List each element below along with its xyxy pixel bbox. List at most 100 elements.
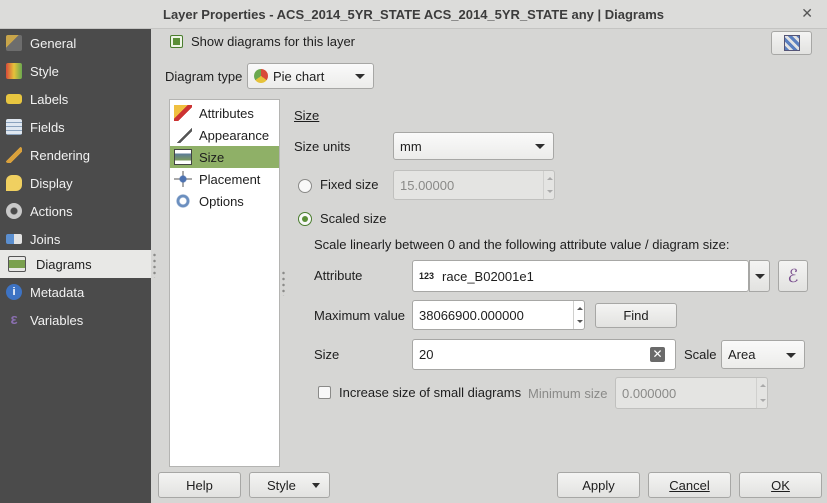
scaled-size-radio[interactable]	[298, 212, 312, 226]
scale-combo[interactable]: Area	[721, 340, 805, 369]
attributes-icon	[174, 105, 192, 121]
display-icon	[6, 175, 22, 191]
max-value-spinner[interactable]	[573, 301, 584, 329]
increase-small-checkbox[interactable]	[318, 386, 331, 399]
sidebar-item-diagrams[interactable]: Diagrams	[0, 250, 151, 278]
sidebar-item-label: Actions	[30, 203, 73, 219]
sidebar-item-label: General	[30, 35, 77, 51]
ok-label: OK	[771, 477, 790, 493]
find-label: Find	[623, 308, 649, 323]
actions-icon	[6, 203, 22, 219]
minimum-size-value: 0.000000	[622, 385, 677, 401]
increase-small-label: Increase size of small diagrams	[339, 385, 522, 400]
sidebar-item-label: Fields	[30, 119, 65, 135]
joins-icon	[6, 234, 22, 244]
sidebar-item-label: Variables	[30, 312, 84, 328]
size-units-label: Size units	[294, 139, 351, 154]
tab-label: Options	[199, 193, 244, 209]
chevron-down-icon	[355, 74, 365, 79]
cancel-button[interactable]: Cancel	[648, 472, 731, 498]
chevron-down-icon	[535, 144, 545, 149]
appearance-icon	[174, 127, 192, 143]
placement-icon	[174, 171, 192, 187]
sidebar-item-rendering[interactable]: Rendering	[0, 141, 151, 169]
tab-label: Placement	[199, 171, 261, 187]
settings-icon	[783, 35, 800, 51]
sidebar-item-label: Metadata	[30, 284, 85, 300]
size-label: Size	[314, 347, 340, 362]
title-bar: Layer Properties - ACS_2014_5YR_STATE AC…	[0, 0, 827, 29]
tabs-splitter[interactable]	[282, 270, 285, 296]
diagram-tabs: Attributes Appearance Size Placement Opt…	[169, 99, 280, 467]
fixed-size-spinner[interactable]	[543, 171, 554, 199]
diagram-settings-button[interactable]	[771, 31, 812, 55]
diagram-type-combo[interactable]: Pie chart	[247, 63, 374, 89]
attribute-dropdown-button[interactable]	[749, 260, 770, 292]
tab-label: Attributes	[199, 105, 254, 121]
style-label: Style	[267, 477, 296, 493]
minimum-size-label: Minimum size	[528, 386, 608, 401]
size-input[interactable]: 20 ✕	[412, 339, 676, 370]
sidebar-item-label: Display	[30, 175, 73, 191]
size-icon	[174, 149, 192, 165]
chevron-down-icon	[312, 483, 320, 488]
size-units-combo[interactable]: mm	[393, 132, 554, 160]
sidebar-item-fields[interactable]: Fields	[0, 113, 151, 141]
sidebar-item-style[interactable]: Style	[0, 57, 151, 85]
sidebar-item-variables[interactable]: ε Variables	[0, 306, 151, 334]
sidebar-item-label: Style	[30, 63, 59, 79]
close-icon[interactable]: ✕	[801, 5, 813, 22]
labels-icon	[6, 94, 22, 104]
expression-icon: ℰ	[787, 265, 799, 287]
attribute-field[interactable]: 123 race_B02001e1	[412, 260, 749, 292]
scale-value: Area	[728, 347, 756, 362]
metadata-icon: i	[6, 284, 22, 300]
help-label: Help	[186, 477, 213, 493]
show-diagrams-label: Show diagrams for this layer	[191, 34, 356, 49]
chevron-down-icon	[786, 353, 796, 358]
cancel-label: Cancel	[669, 477, 710, 493]
sidebar: General Style Labels Fields Rendering Di…	[0, 29, 151, 503]
attribute-type-badge: 123	[419, 271, 435, 281]
style-menu-button[interactable]: Style	[249, 472, 330, 498]
diagram-type-value: Pie chart	[273, 68, 325, 84]
fixed-size-input[interactable]: 15.00000	[393, 170, 555, 200]
sidebar-item-joins[interactable]: Joins	[0, 225, 151, 253]
sidebar-item-label: Joins	[30, 231, 61, 247]
pie-chart-icon	[254, 69, 268, 83]
scaled-size-label: Scaled size	[320, 211, 387, 226]
options-icon	[174, 193, 192, 209]
fixed-size-label: Fixed size	[320, 177, 379, 192]
tab-attributes[interactable]: Attributes	[170, 102, 279, 124]
window-title: Layer Properties - ACS_2014_5YR_STATE AC…	[163, 7, 664, 22]
tab-size[interactable]: Size	[170, 146, 279, 168]
size-units-value: mm	[400, 138, 422, 154]
find-button[interactable]: Find	[595, 303, 677, 328]
sidebar-item-display[interactable]: Display	[0, 169, 151, 197]
sidebar-item-metadata[interactable]: i Metadata	[0, 278, 151, 306]
ok-button[interactable]: OK	[739, 472, 822, 498]
diagrams-icon	[8, 256, 26, 272]
chevron-down-icon	[754, 273, 765, 279]
attribute-label: Attribute	[314, 268, 363, 283]
clear-icon[interactable]: ✕	[650, 347, 665, 362]
general-icon	[6, 35, 22, 51]
apply-button[interactable]: Apply	[557, 472, 640, 498]
scale-label: Scale	[684, 347, 717, 362]
size-section-heading: Size	[294, 108, 320, 123]
sidebar-item-general[interactable]: General	[0, 29, 151, 57]
minimum-size-input[interactable]: 0.000000	[615, 377, 768, 409]
rendering-icon	[6, 147, 22, 163]
tab-options[interactable]: Options	[170, 190, 279, 212]
tab-appearance[interactable]: Appearance	[170, 124, 279, 146]
tab-placement[interactable]: Placement	[170, 168, 279, 190]
show-diagrams-checkbox[interactable]	[170, 35, 183, 48]
max-value-input[interactable]: 38066900.000000	[412, 300, 585, 330]
help-button[interactable]: Help	[158, 472, 241, 498]
sidebar-item-labels[interactable]: Labels	[0, 85, 151, 113]
fixed-size-radio[interactable]	[298, 179, 312, 193]
expression-button[interactable]: ℰ	[778, 260, 808, 292]
sidebar-splitter[interactable]	[153, 252, 156, 278]
minimum-size-spinner[interactable]	[756, 378, 767, 408]
sidebar-item-actions[interactable]: Actions	[0, 197, 151, 225]
